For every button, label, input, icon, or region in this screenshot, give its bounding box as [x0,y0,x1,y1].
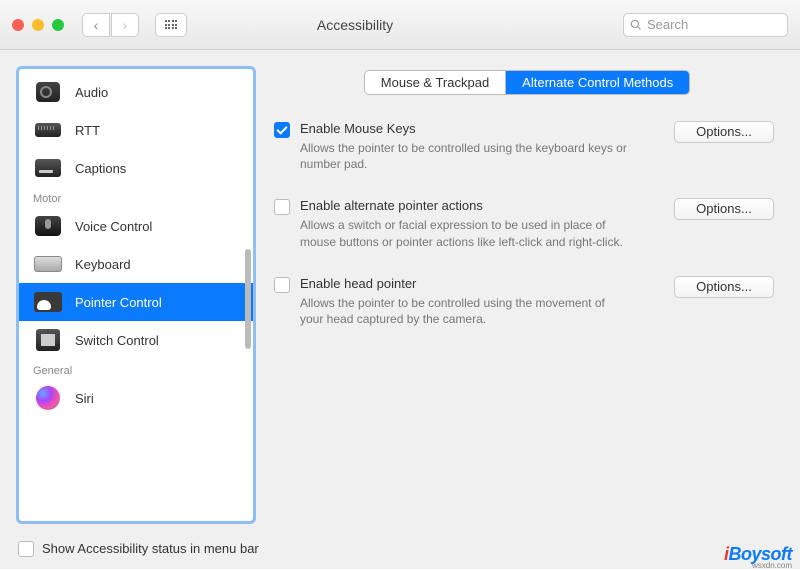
sidebar: Audio RTT Captions Motor Voice Control K… [16,66,256,524]
row-text: Enable alternate pointer actions Allows … [300,198,664,249]
sidebar-item-label: Voice Control [75,219,152,234]
sidebar-item-captions[interactable]: Captions [19,149,253,187]
sidebar-item-voice-control[interactable]: Voice Control [19,207,253,245]
tab-alternate-control[interactable]: Alternate Control Methods [505,71,689,94]
setting-row-head-pointer: Enable head pointer Allows the pointer t… [274,276,774,327]
zoom-icon[interactable] [52,19,64,31]
sidebar-item-label: Siri [75,391,94,406]
row-text: Enable head pointer Allows the pointer t… [300,276,664,327]
traffic-lights [12,19,64,31]
checkbox-alternate-pointer[interactable] [274,199,290,215]
window-title: Accessibility [97,17,613,33]
settings-list: Enable Mouse Keys Allows the pointer to … [270,95,784,327]
titlebar: ‹ › Accessibility Search [0,0,800,50]
row-description: Allows the pointer to be controlled usin… [300,140,630,172]
row-description: Allows the pointer to be controlled usin… [300,295,630,327]
sidebar-item-siri[interactable]: Siri [19,379,253,417]
checkbox-show-status[interactable] [18,541,34,557]
audio-icon [36,82,60,102]
close-icon[interactable] [12,19,24,31]
row-description: Allows a switch or facial expression to … [300,217,630,249]
footer: Show Accessibility status in menu bar [0,540,800,569]
row-title: Enable Mouse Keys [300,121,664,136]
sidebar-item-rtt[interactable]: RTT [19,111,253,149]
window: ‹ › Accessibility Search Audio RTT Capti… [0,0,800,569]
sidebar-item-label: Captions [75,161,126,176]
sidebar-item-label: RTT [75,123,100,138]
setting-row-alternate-pointer: Enable alternate pointer actions Allows … [274,198,774,249]
options-button[interactable]: Options... [674,121,774,143]
sidebar-item-keyboard[interactable]: Keyboard [19,245,253,283]
search-input[interactable]: Search [623,13,788,37]
captions-icon [35,159,61,177]
main-panel: Mouse & Trackpad Alternate Control Metho… [270,66,784,524]
sidebar-item-audio[interactable]: Audio [19,73,253,111]
sidebar-item-label: Switch Control [75,333,159,348]
rtt-icon [35,123,61,137]
options-button[interactable]: Options... [674,276,774,298]
keyboard-icon [34,256,62,272]
siri-icon [36,386,60,410]
checkbox-head-pointer[interactable] [274,277,290,293]
search-icon [630,19,642,31]
switch-control-icon [36,329,60,351]
tab-bar: Mouse & Trackpad Alternate Control Metho… [270,70,784,95]
body: Audio RTT Captions Motor Voice Control K… [0,50,800,540]
checkbox-mouse-keys[interactable] [274,122,290,138]
voice-control-icon [35,216,61,236]
sidebar-category: Motor [19,187,253,207]
row-text: Enable Mouse Keys Allows the pointer to … [300,121,664,172]
sidebar-item-label: Audio [75,85,108,100]
setting-row-mouse-keys: Enable Mouse Keys Allows the pointer to … [274,121,774,172]
minimize-icon[interactable] [32,19,44,31]
scrollbar[interactable] [245,249,251,349]
row-title: Enable alternate pointer actions [300,198,664,213]
sidebar-category: General [19,359,253,379]
search-placeholder: Search [647,17,688,32]
options-button[interactable]: Options... [674,198,774,220]
row-title: Enable head pointer [300,276,664,291]
sidebar-item-label: Keyboard [75,257,131,272]
tab-segment: Mouse & Trackpad Alternate Control Metho… [364,70,690,95]
footer-label: Show Accessibility status in menu bar [42,541,259,556]
sidebar-item-switch-control[interactable]: Switch Control [19,321,253,359]
pointer-control-icon [34,292,62,312]
sidebar-item-pointer-control[interactable]: Pointer Control [19,283,253,321]
tab-mouse-trackpad[interactable]: Mouse & Trackpad [365,71,505,94]
sidebar-list[interactable]: Audio RTT Captions Motor Voice Control K… [19,69,253,521]
sidebar-item-label: Pointer Control [75,295,162,310]
